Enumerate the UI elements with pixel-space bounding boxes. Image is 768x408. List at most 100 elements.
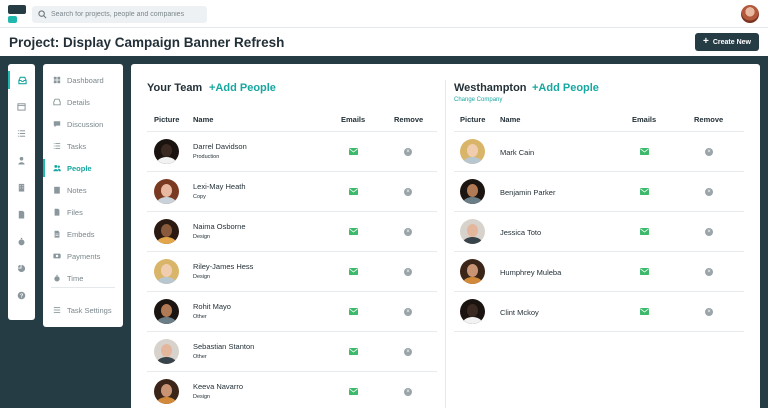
user-icon bbox=[18, 156, 25, 165]
table-row: Mark Cain × bbox=[454, 132, 744, 172]
title-bar: Project: Display Campaign Banner Refresh… bbox=[0, 28, 768, 56]
person-name: Jessica Toto bbox=[500, 228, 542, 237]
remove-icon[interactable]: × bbox=[404, 388, 412, 396]
team-title: Your Team bbox=[147, 82, 203, 94]
person-name: Keeva Navarro bbox=[193, 382, 244, 391]
nav-details[interactable]: Details bbox=[43, 93, 123, 111]
calendar-icon bbox=[17, 102, 26, 111]
settings-list-icon bbox=[53, 307, 61, 313]
email-icon[interactable] bbox=[349, 188, 358, 195]
rail-timer[interactable] bbox=[8, 232, 35, 250]
add-people-link[interactable]: +Add People bbox=[532, 82, 599, 94]
col-picture: Picture bbox=[154, 115, 180, 124]
nav-label: Files bbox=[67, 207, 83, 217]
col-remove: Remove bbox=[394, 115, 424, 124]
remove-icon[interactable]: × bbox=[705, 228, 713, 236]
svg-text:?: ? bbox=[20, 293, 24, 299]
rail-list[interactable] bbox=[8, 124, 35, 142]
table-row: Darrel Davidson Production × bbox=[147, 132, 437, 172]
rail-user[interactable] bbox=[8, 151, 35, 169]
remove-icon[interactable]: × bbox=[404, 308, 412, 316]
rail-company[interactable] bbox=[8, 178, 35, 196]
avatar bbox=[460, 179, 485, 204]
nav-label: Payments bbox=[67, 251, 101, 261]
avatar bbox=[460, 259, 485, 284]
pie-chart-icon bbox=[17, 264, 26, 272]
rail-document[interactable] bbox=[8, 205, 35, 223]
email-icon[interactable] bbox=[349, 268, 358, 275]
document-icon bbox=[18, 210, 25, 219]
rail-calendar[interactable] bbox=[8, 97, 35, 115]
table-row: Riley-James Hess Design × bbox=[147, 252, 437, 292]
search-box[interactable] bbox=[32, 6, 207, 23]
email-icon[interactable] bbox=[640, 228, 649, 235]
remove-icon[interactable]: × bbox=[404, 188, 412, 196]
nav-label: Time bbox=[67, 273, 84, 283]
person-role: Other bbox=[193, 354, 207, 360]
stopwatch-icon bbox=[18, 237, 25, 245]
icon-rail: ? bbox=[8, 64, 35, 320]
avatar bbox=[154, 299, 179, 324]
change-company-link[interactable]: Change Company bbox=[454, 97, 502, 103]
create-new-label: Create New bbox=[712, 38, 751, 46]
nav-label: Discussion bbox=[67, 119, 104, 129]
add-people-link[interactable]: +Add People bbox=[209, 82, 276, 94]
nav-embeds[interactable]: Embeds bbox=[43, 225, 123, 243]
nav-dashboard[interactable]: Dashboard bbox=[43, 71, 123, 89]
remove-icon[interactable]: × bbox=[404, 148, 412, 156]
logo[interactable] bbox=[8, 5, 26, 23]
panel-divider bbox=[445, 80, 446, 408]
table-row: Benjamin Parker × bbox=[454, 172, 744, 212]
help-icon: ? bbox=[17, 291, 26, 299]
email-icon[interactable] bbox=[640, 308, 649, 315]
list-icon bbox=[17, 129, 26, 137]
remove-icon[interactable]: × bbox=[404, 268, 412, 276]
rail-reports[interactable] bbox=[8, 259, 35, 277]
nav-payments[interactable]: Payments bbox=[43, 247, 123, 265]
rail-help[interactable]: ? bbox=[8, 286, 35, 304]
nav-tasks[interactable]: Tasks bbox=[43, 137, 123, 155]
top-bar bbox=[0, 0, 768, 28]
create-new-button[interactable]: + Create New bbox=[695, 33, 759, 51]
avatar bbox=[154, 219, 179, 244]
email-icon[interactable] bbox=[349, 228, 358, 235]
nav-files[interactable]: Files bbox=[43, 203, 123, 221]
email-icon[interactable] bbox=[349, 348, 358, 355]
table-row: Clint Mckoy × bbox=[454, 292, 744, 332]
avatar bbox=[154, 339, 179, 364]
nav-discussion[interactable]: Discussion bbox=[43, 115, 123, 133]
user-avatar[interactable] bbox=[741, 5, 759, 23]
avatar bbox=[154, 379, 179, 404]
email-icon[interactable] bbox=[640, 268, 649, 275]
rail-inbox[interactable] bbox=[8, 71, 35, 89]
nav-people[interactable]: People bbox=[43, 159, 123, 177]
clock-icon bbox=[54, 274, 60, 282]
remove-icon[interactable]: × bbox=[404, 348, 412, 356]
remove-icon[interactable]: × bbox=[705, 308, 713, 316]
email-icon[interactable] bbox=[349, 388, 358, 395]
person-name: Mark Cain bbox=[500, 148, 535, 157]
col-emails: Emails bbox=[632, 115, 657, 124]
search-input[interactable] bbox=[51, 11, 201, 18]
email-icon[interactable] bbox=[349, 308, 358, 315]
email-icon[interactable] bbox=[640, 188, 649, 195]
person-role: Design bbox=[193, 234, 211, 240]
nav-notes[interactable]: Notes bbox=[43, 181, 123, 199]
nav-label: Notes bbox=[67, 185, 87, 195]
person-name: Naima Osborne bbox=[193, 222, 246, 231]
remove-icon[interactable]: × bbox=[705, 148, 713, 156]
nav-time[interactable]: Time bbox=[43, 269, 123, 287]
email-icon[interactable] bbox=[349, 148, 358, 155]
email-icon[interactable] bbox=[640, 148, 649, 155]
col-emails: Emails bbox=[341, 115, 366, 124]
remove-icon[interactable]: × bbox=[705, 268, 713, 276]
people-content: Your Team +Add People Picture Name Email… bbox=[131, 64, 760, 408]
remove-icon[interactable]: × bbox=[404, 228, 412, 236]
person-name: Humphrey Muleba bbox=[500, 268, 562, 277]
nav-task-settings[interactable]: Task Settings bbox=[43, 301, 123, 319]
person-name: Darrel Davidson bbox=[193, 142, 247, 151]
avatar bbox=[154, 259, 179, 284]
page-title: Project: Display Campaign Banner Refresh bbox=[9, 35, 285, 50]
plus-icon: + bbox=[703, 36, 709, 47]
remove-icon[interactable]: × bbox=[705, 188, 713, 196]
